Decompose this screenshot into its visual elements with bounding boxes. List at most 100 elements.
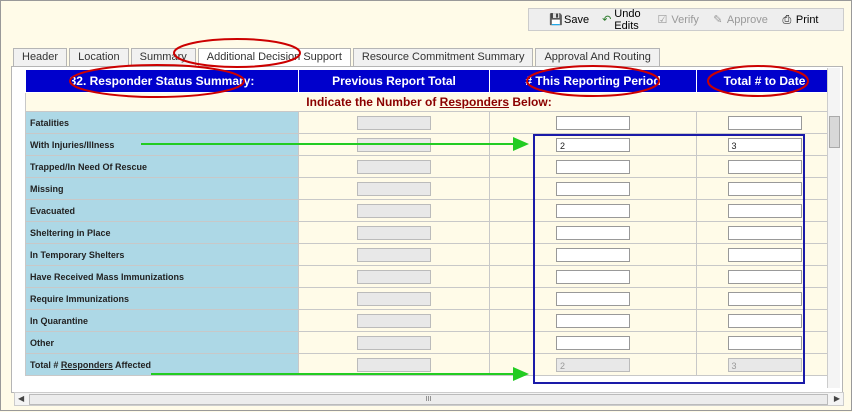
vertical-scroll-thumb[interactable]	[829, 116, 840, 148]
period-cell	[489, 111, 697, 134]
total-cell	[696, 287, 833, 310]
total-input[interactable]	[727, 203, 802, 218]
toolbar: 💾 Save ↶ Undo Edits ☑ Verify ✎ Approve ⎙…	[528, 8, 844, 32]
row-label: Trapped/In Need Of Rescue	[25, 155, 299, 178]
tab-panel: 32. Responder Status Summary: Previous R…	[11, 66, 843, 393]
row-label: Total # Responders Affected	[25, 353, 299, 376]
column-header-section: 32. Responder Status Summary:	[25, 69, 299, 93]
previous-cell	[298, 199, 490, 222]
period-input[interactable]	[556, 203, 630, 218]
total-cell	[696, 243, 833, 266]
period-input[interactable]	[556, 335, 630, 350]
row-label: Evacuated	[25, 199, 299, 222]
total-cell: 3	[696, 353, 833, 376]
table-row: Fatalities	[25, 111, 833, 134]
previous-field	[357, 203, 431, 218]
total-cell: 3	[696, 133, 833, 156]
previous-field	[357, 159, 431, 174]
period-field: 2	[556, 357, 630, 372]
save-label: Save	[564, 13, 590, 26]
period-input[interactable]	[556, 291, 630, 306]
approve-button[interactable]: ✎ Approve	[712, 14, 768, 26]
period-input[interactable]	[556, 115, 630, 130]
total-input[interactable]	[727, 225, 802, 240]
tab-additional-decision-support[interactable]: Additional Decision Support	[197, 48, 351, 66]
period-input[interactable]	[556, 269, 630, 284]
horizontal-scrollbar[interactable]: ◀ III ▶	[14, 392, 844, 406]
total-field: 3	[727, 357, 802, 372]
stamp-icon: ✎	[713, 13, 723, 26]
previous-field	[357, 225, 431, 240]
save-button[interactable]: 💾 Save	[549, 14, 589, 26]
previous-cell	[298, 309, 490, 332]
total-post: Affected	[112, 359, 152, 370]
previous-cell	[298, 331, 490, 354]
total-input[interactable]	[727, 313, 802, 328]
scroll-right-icon[interactable]: ▶	[834, 394, 840, 403]
row-label: Require Immunizations	[25, 287, 299, 310]
period-input[interactable]: 2	[556, 137, 630, 152]
table-row: Trapped/In Need Of Rescue	[25, 155, 833, 178]
period-input[interactable]	[556, 159, 630, 174]
total-input[interactable]	[727, 247, 802, 262]
row-label: With Injuries/Illness	[25, 133, 299, 156]
horizontal-scroll-thumb[interactable]: III	[29, 394, 828, 405]
tab-approval-and-routing[interactable]: Approval And Routing	[535, 48, 660, 66]
tab-header[interactable]: Header	[13, 48, 68, 66]
tab-resource-commitment-summary[interactable]: Resource Commitment Summary	[352, 48, 534, 66]
row-label: In Quarantine	[25, 309, 299, 332]
period-input[interactable]	[556, 181, 630, 196]
table-row: In Quarantine	[25, 309, 833, 332]
table-row: Sheltering in Place	[25, 221, 833, 244]
period-input[interactable]	[556, 313, 630, 328]
previous-field	[357, 357, 431, 372]
table-row: In Temporary Shelters	[25, 243, 833, 266]
period-cell: 2	[489, 353, 697, 376]
verify-label: Verify	[671, 13, 699, 26]
undo-icon: ↶	[602, 13, 612, 26]
total-input[interactable]	[727, 115, 802, 130]
previous-field	[357, 313, 431, 328]
undo-edits-button[interactable]: ↶ Undo Edits	[602, 8, 643, 32]
total-input[interactable]	[727, 335, 802, 350]
period-cell	[489, 265, 697, 288]
tab-summary[interactable]: Summary	[130, 48, 196, 66]
total-input[interactable]	[727, 291, 802, 306]
scroll-left-icon[interactable]: ◀	[18, 394, 24, 403]
total-cell	[696, 265, 833, 288]
previous-cell	[298, 221, 490, 244]
print-icon: ⎙	[782, 13, 792, 26]
instruction-link: Responders	[439, 95, 510, 109]
total-cell	[696, 309, 833, 332]
verify-button[interactable]: ☑ Verify	[656, 13, 699, 26]
total-input[interactable]	[727, 181, 802, 196]
total-cell	[696, 221, 833, 244]
previous-cell	[298, 287, 490, 310]
column-header-previous: Previous Report Total	[298, 69, 490, 93]
total-row: Total # Responders Affected 2 3	[25, 353, 833, 376]
period-cell: 2	[489, 133, 697, 156]
total-cell	[696, 331, 833, 354]
previous-cell	[298, 155, 490, 178]
table-row: Other	[25, 331, 833, 354]
previous-field	[357, 291, 431, 306]
responder-status-table: 32. Responder Status Summary: Previous R…	[25, 69, 833, 376]
total-input[interactable]	[727, 159, 802, 174]
period-cell	[489, 243, 697, 266]
tab-location[interactable]: Location	[69, 48, 129, 66]
previous-field	[357, 137, 431, 152]
table-row: Missing	[25, 177, 833, 200]
vertical-scrollbar[interactable]	[827, 68, 840, 388]
table-row: With Injuries/Illness 2 3	[25, 133, 833, 156]
row-label: Other	[25, 331, 299, 354]
period-input[interactable]	[556, 247, 630, 262]
undo-label: Undo Edits	[614, 7, 641, 32]
floppy-icon: 💾	[549, 13, 563, 26]
total-input[interactable]: 3	[727, 137, 802, 152]
row-label: In Temporary Shelters	[25, 243, 299, 266]
column-header-period: # This Reporting Period	[489, 69, 697, 93]
instruction-pre: Indicate the Number of	[306, 95, 440, 109]
period-input[interactable]	[556, 225, 630, 240]
print-button[interactable]: ⎙ Print	[781, 13, 818, 26]
total-input[interactable]	[727, 269, 802, 284]
